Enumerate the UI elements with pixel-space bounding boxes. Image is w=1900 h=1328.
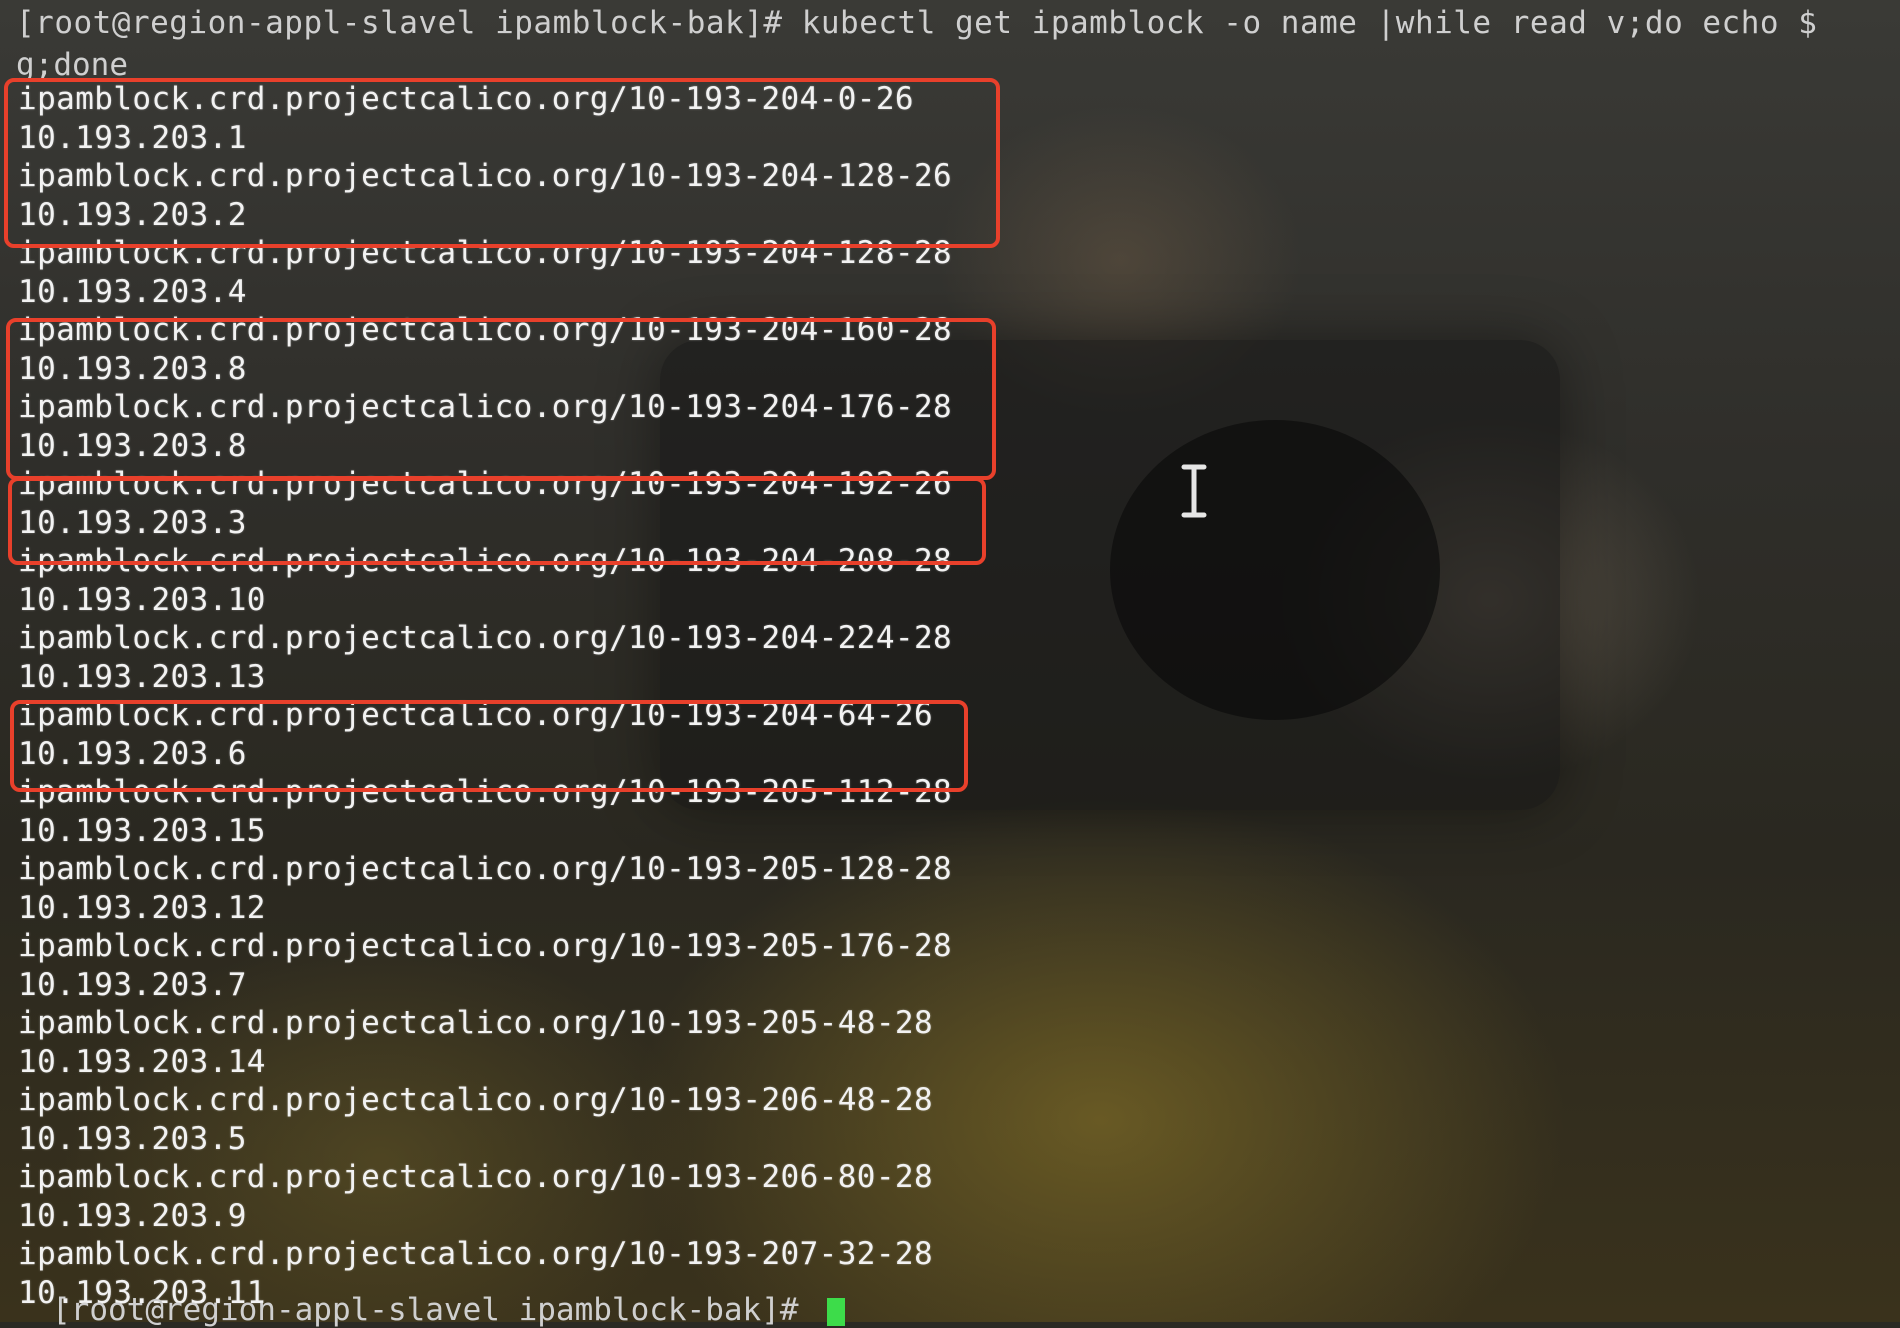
command-line: [root@region-appl-slavel ipamblock-bak]#… (16, 5, 1818, 41)
highlight-box-block-0-128 (4, 78, 1000, 248)
output-line: ipamblock.crd.projectcalico.org/10-193-2… (18, 1082, 934, 1118)
output-line: 10.193.203.4 (18, 273, 247, 310)
output-line: ipamblock.crd.projectcalico.org/10-193-2… (18, 1159, 934, 1195)
output-line: ipamblock.crd.projectcalico.org/10-193-2… (18, 851, 953, 887)
output-line: ipamblock.crd.projectcalico.org/10-193-2… (18, 1005, 934, 1041)
output-line: 10.193.203.7 (18, 966, 247, 1003)
terminal-output: ipamblock.crd.projectcalico.org/10-193-2… (18, 80, 952, 1312)
output-line: ipamblock.crd.projectcalico.org/10-193-2… (18, 1236, 934, 1272)
shell-prompt[interactable]: [root@region-appl-slavel ipamblock-bak]# (52, 1292, 846, 1328)
output-line: 10.193.203.15 (18, 812, 266, 849)
highlight-box-block-160-176 (6, 318, 996, 480)
output-line: 10.193.203.9 (18, 1197, 247, 1234)
text-cursor-icon (1181, 464, 1207, 518)
output-line: 10.193.203.14 (18, 1043, 266, 1080)
highlight-box-block-192 (8, 477, 986, 565)
prompt-text: [root@region-appl-slavel ipamblock-bak]# (52, 1292, 818, 1328)
output-line: ipamblock.crd.projectcalico.org/10-193-2… (18, 620, 953, 656)
output-line: 10.193.203.13 (18, 658, 266, 695)
output-line: 10.193.203.10 (18, 581, 266, 618)
output-line: 10.193.203.5 (18, 1120, 247, 1157)
terminal-cursor (827, 1297, 846, 1326)
output-line: 10.193.203.12 (18, 889, 266, 926)
highlight-box-block-64 (10, 700, 968, 792)
output-line: ipamblock.crd.projectcalico.org/10-193-2… (18, 928, 953, 964)
